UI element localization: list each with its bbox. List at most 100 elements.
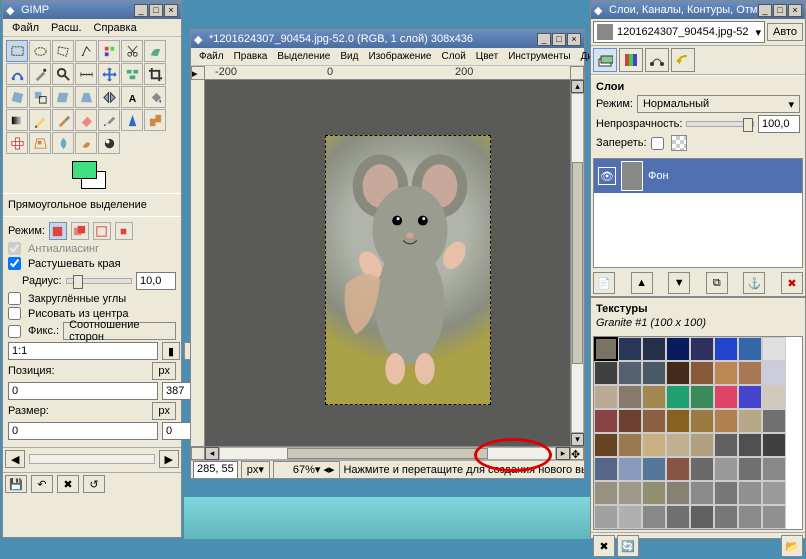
- opacity-slider[interactable]: [686, 121, 754, 127]
- fixed-combo[interactable]: Соотношение сторон: [63, 322, 176, 340]
- tool-scissors[interactable]: [121, 40, 143, 62]
- restore-options-icon[interactable]: ↶: [31, 475, 53, 493]
- texture-swatch[interactable]: [642, 481, 666, 505]
- close-button[interactable]: ×: [788, 4, 802, 17]
- tool-color-picker[interactable]: [29, 63, 51, 85]
- texture-swatch[interactable]: [762, 433, 786, 457]
- texture-swatch[interactable]: [762, 409, 786, 433]
- texture-swatch[interactable]: [618, 361, 642, 385]
- tool-perspective[interactable]: [75, 86, 97, 108]
- reset-options-icon[interactable]: ↺: [83, 475, 105, 493]
- menu-ext[interactable]: Расш.: [46, 21, 86, 35]
- texture-swatch[interactable]: [714, 457, 738, 481]
- texture-swatch[interactable]: [666, 433, 690, 457]
- texture-swatch[interactable]: [594, 361, 618, 385]
- menu-file[interactable]: Файл: [7, 21, 44, 35]
- quickmask-icon[interactable]: [191, 447, 205, 460]
- texture-swatch[interactable]: [594, 481, 618, 505]
- minimize-button[interactable]: _: [134, 4, 148, 17]
- close-button[interactable]: ×: [567, 33, 581, 46]
- tool-measure[interactable]: [75, 63, 97, 85]
- image-selector[interactable]: 1201624307_90454.jpg-52 ▾: [593, 21, 765, 43]
- scrollbar-vertical[interactable]: ▴ ▾: [570, 80, 584, 446]
- texture-swatch[interactable]: [714, 505, 738, 529]
- save-options-icon[interactable]: 💾: [5, 475, 27, 493]
- menu-view[interactable]: Вид: [336, 50, 362, 63]
- tool-paths[interactable]: [6, 63, 28, 85]
- scroll-right-icon[interactable]: ▶: [159, 450, 179, 468]
- menu-tools[interactable]: Инструменты: [504, 50, 574, 63]
- mode-add[interactable]: [71, 222, 89, 240]
- scroll-left-icon[interactable]: ◂: [205, 447, 219, 460]
- tool-crop[interactable]: [144, 63, 166, 85]
- tool-zoom[interactable]: [52, 63, 74, 85]
- texture-swatch[interactable]: [666, 481, 690, 505]
- texture-swatch[interactable]: [714, 433, 738, 457]
- texture-swatch[interactable]: [690, 361, 714, 385]
- texture-swatch[interactable]: [618, 481, 642, 505]
- lock-pixels-checkbox[interactable]: [651, 137, 664, 150]
- tool-blur[interactable]: [52, 132, 74, 154]
- texture-swatch[interactable]: [738, 337, 762, 361]
- menu-select[interactable]: Выделение: [273, 50, 334, 63]
- texture-swatch[interactable]: [642, 457, 666, 481]
- texture-swatch[interactable]: [714, 385, 738, 409]
- tab-undo[interactable]: [671, 48, 695, 72]
- tool-text[interactable]: A: [121, 86, 143, 108]
- texture-swatch[interactable]: [762, 505, 786, 529]
- texture-swatch[interactable]: [738, 385, 762, 409]
- texture-swatch[interactable]: [690, 505, 714, 529]
- tool-foreground-select[interactable]: [144, 40, 166, 62]
- texture-swatch[interactable]: [714, 361, 738, 385]
- feather-checkbox[interactable]: [8, 257, 21, 270]
- tool-ink[interactable]: [121, 109, 143, 131]
- lock-alpha-icon[interactable]: [671, 135, 687, 151]
- menu-color[interactable]: Цвет: [472, 50, 502, 63]
- texture-swatch[interactable]: [666, 409, 690, 433]
- menu-file[interactable]: Файл: [195, 50, 228, 63]
- layer-list[interactable]: 👁 Фон: [593, 158, 803, 268]
- options-scrollbar[interactable]: [29, 454, 154, 464]
- tab-paths[interactable]: [645, 48, 669, 72]
- size-unit[interactable]: px: [152, 402, 176, 420]
- texture-swatch[interactable]: [714, 481, 738, 505]
- scroll-left-icon[interactable]: ◀: [5, 450, 25, 468]
- opacity-value[interactable]: [758, 115, 800, 133]
- tool-dodge-burn[interactable]: [98, 132, 120, 154]
- status-unit-combo[interactable]: px ▾: [241, 461, 270, 479]
- tool-flip[interactable]: [98, 86, 120, 108]
- tool-paintbrush[interactable]: [52, 109, 74, 131]
- texture-swatch[interactable]: [642, 337, 666, 361]
- ratio-portrait[interactable]: ▮: [162, 342, 180, 360]
- ruler-horizontal[interactable]: -200 0 200: [205, 66, 570, 80]
- menu-image[interactable]: Изображение: [364, 50, 435, 63]
- scroll-down-icon[interactable]: ▾: [571, 433, 584, 446]
- zoom-combo[interactable]: 67% ▾ ◂▸: [273, 461, 341, 479]
- delete-texture-icon[interactable]: ✖: [593, 535, 615, 557]
- texture-swatch[interactable]: [618, 337, 642, 361]
- mode-subtract[interactable]: [93, 222, 111, 240]
- texture-swatch[interactable]: [594, 385, 618, 409]
- texture-swatch[interactable]: [666, 385, 690, 409]
- texture-swatch[interactable]: [594, 433, 618, 457]
- tool-pencil[interactable]: [29, 109, 51, 131]
- scroll-up-icon[interactable]: ▴: [571, 80, 584, 93]
- tool-airbrush[interactable]: [98, 109, 120, 131]
- texture-swatch[interactable]: [618, 505, 642, 529]
- texture-swatch[interactable]: [594, 337, 618, 361]
- texture-swatch[interactable]: [594, 409, 618, 433]
- texture-swatch[interactable]: [690, 337, 714, 361]
- texture-swatch[interactable]: [618, 385, 642, 409]
- blend-mode-combo[interactable]: Нормальный▾: [637, 95, 800, 113]
- texture-swatch[interactable]: [762, 361, 786, 385]
- maximize-button[interactable]: □: [552, 33, 566, 46]
- texture-swatch[interactable]: [738, 457, 762, 481]
- texture-swatch[interactable]: [738, 361, 762, 385]
- texture-swatch[interactable]: [642, 385, 666, 409]
- texture-swatch[interactable]: [738, 433, 762, 457]
- menu-edit[interactable]: Правка: [230, 50, 272, 63]
- texture-swatch[interactable]: [618, 457, 642, 481]
- rounded-checkbox[interactable]: [8, 292, 21, 305]
- mode-replace[interactable]: [49, 222, 67, 240]
- texture-swatch[interactable]: [690, 457, 714, 481]
